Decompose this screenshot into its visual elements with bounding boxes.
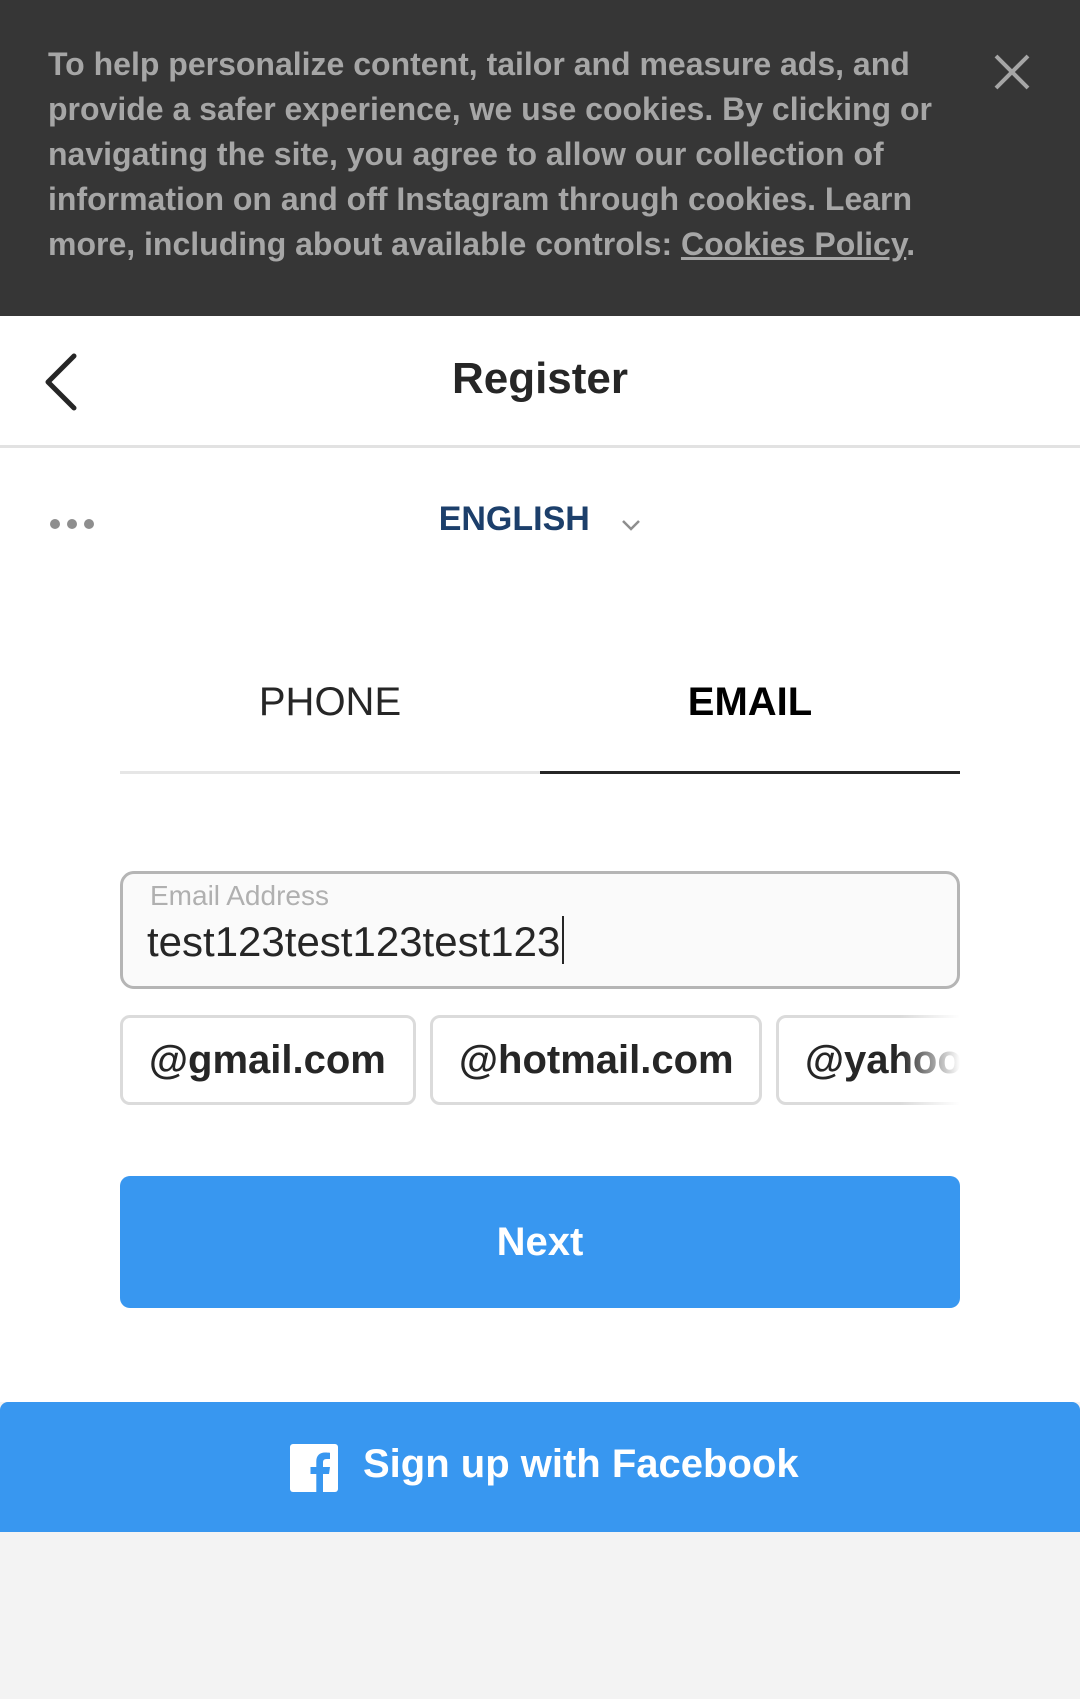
tab-phone[interactable]: PHONE	[120, 676, 540, 774]
tab-email[interactable]: EMAIL	[540, 676, 960, 774]
email-input-value: test123test123test123	[147, 918, 561, 965]
next-button[interactable]: Next	[120, 1176, 960, 1308]
language-label: ENGLISH	[438, 500, 590, 538]
domain-chip-hotmail[interactable]: @hotmail.com	[430, 1015, 762, 1105]
header-bar: Register	[0, 316, 1080, 448]
page-title: Register	[451, 354, 629, 403]
cookie-message-end: .	[906, 226, 916, 262]
chevron-down-icon	[621, 502, 641, 541]
cookies-policy-link[interactable]: Cookies Policy	[681, 226, 906, 262]
domain-chip-gmail[interactable]: @gmail.com	[120, 1015, 416, 1105]
close-icon[interactable]	[990, 50, 1034, 94]
cookie-banner: To help personalize content, tailor and …	[0, 0, 1080, 316]
text-cursor	[562, 916, 565, 964]
facebook-icon	[290, 1444, 338, 1492]
cookie-message: To help personalize content, tailor and …	[48, 42, 998, 267]
language-selector[interactable]: ENGLISH	[0, 500, 1080, 541]
scroll-fade	[900, 1015, 960, 1107]
facebook-signup-button[interactable]: Sign up with Facebook	[0, 1402, 1080, 1532]
domain-suggestions: @gmail.com @hotmail.com @yahoo.com	[120, 1015, 960, 1107]
facebook-signup-label: Sign up with Facebook	[363, 1442, 799, 1486]
register-panel: Register ENGLISH PHONE EMAIL Email Addre…	[0, 316, 1080, 1402]
email-field-label: Email Address	[150, 880, 329, 911]
email-field[interactable]: Email Address test123test123test123	[120, 871, 960, 989]
email-input[interactable]: test123test123test123	[147, 916, 565, 966]
signup-method-tabs: PHONE EMAIL	[120, 676, 960, 774]
